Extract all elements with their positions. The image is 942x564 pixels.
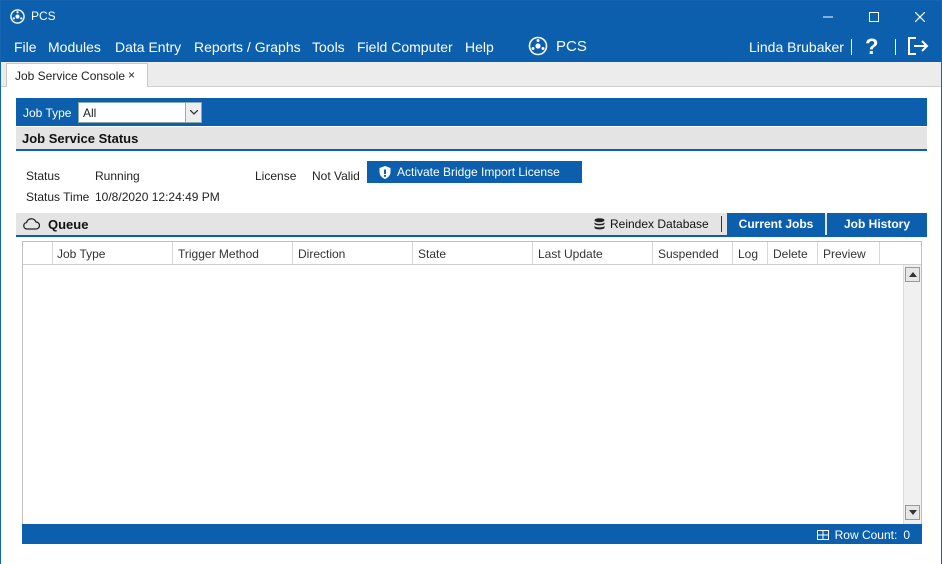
menu-help[interactable]: Help: [465, 39, 494, 55]
jobs-grid: Job Type Trigger Method Direction State …: [22, 241, 922, 525]
shield-icon: [379, 165, 391, 179]
brand-logo: PCS: [528, 36, 587, 56]
scroll-down-icon[interactable]: [905, 505, 920, 520]
menu-data-entry[interactable]: Data Entry: [115, 39, 181, 55]
job-type-value: All: [83, 106, 97, 120]
help-icon[interactable]: ?: [865, 34, 878, 60]
section-title: Job Service Status: [22, 131, 139, 146]
pcs-logo-icon: [10, 9, 25, 24]
column-header-select[interactable]: [23, 242, 53, 265]
license-label: License: [255, 169, 297, 183]
column-header-trigger-method[interactable]: Trigger Method: [173, 242, 293, 265]
column-header-log[interactable]: Log: [733, 242, 768, 265]
minimize-icon: [823, 16, 833, 17]
activate-license-button[interactable]: Activate Bridge Import License: [367, 161, 582, 183]
status-time-label: Status Time: [26, 190, 90, 204]
menu-modules[interactable]: Modules: [48, 39, 101, 55]
menu-divider: [851, 39, 852, 55]
menu-divider: [895, 39, 896, 55]
activate-license-label: Activate Bridge Import License: [397, 165, 560, 179]
license-value: Not Valid: [312, 169, 360, 183]
database-icon: [594, 218, 605, 230]
column-header-last-update[interactable]: Last Update: [533, 242, 653, 265]
scroll-up-icon[interactable]: [905, 267, 920, 282]
tab-job-service-console[interactable]: Job Service Console ×: [6, 63, 148, 88]
dropdown-arrow-icon[interactable]: [185, 103, 201, 122]
column-header-state[interactable]: State: [413, 242, 533, 265]
minimize-button[interactable]: [805, 1, 851, 32]
queue-title: Queue: [48, 217, 89, 232]
grid-header: Job Type Trigger Method Direction State …: [23, 242, 921, 265]
row-count-value: 0: [903, 528, 910, 542]
column-header-direction[interactable]: Direction: [293, 242, 413, 265]
tab-job-history[interactable]: Job History: [827, 213, 927, 235]
menu-reports-graphs[interactable]: Reports / Graphs: [194, 39, 301, 55]
title-bar: PCS: [1, 1, 941, 32]
user-name[interactable]: Linda Brubaker: [749, 39, 844, 55]
column-header-suspended[interactable]: Suspended: [653, 242, 733, 265]
brand-name: PCS: [556, 37, 587, 55]
vertical-scrollbar[interactable]: [903, 265, 921, 524]
app-window: PCS File Modules Data Entry Reports / Gr…: [0, 0, 942, 564]
grid-icon: [816, 530, 829, 540]
job-service-status-header: Job Service Status: [16, 127, 927, 151]
menu-bar: File Modules Data Entry Reports / Graphs…: [1, 32, 941, 62]
job-service-console: Job Type All Job Service Status Status R…: [1, 87, 941, 564]
row-count-label: Row Count:: [834, 528, 898, 542]
reindex-label: Reindex Database: [610, 217, 709, 231]
queue-header: Queue Reindex Database Current Jobs Job …: [16, 213, 927, 237]
row-count: Row Count: 0: [816, 528, 910, 542]
toolbar-divider: [721, 216, 722, 232]
job-type-select[interactable]: All: [78, 102, 202, 123]
job-type-filter-bar: Job Type All: [16, 98, 927, 126]
status-label: Status: [26, 169, 61, 183]
menu-file[interactable]: File: [14, 39, 37, 55]
maximize-icon: [869, 11, 879, 22]
close-button[interactable]: [897, 1, 942, 32]
job-type-label: Job Type: [23, 106, 72, 120]
status-value: Running: [95, 169, 140, 183]
cloud-icon: [23, 218, 40, 230]
menu-field-computer[interactable]: Field Computer: [357, 39, 453, 55]
tab-label: Job Service Console: [15, 69, 126, 83]
menu-tools[interactable]: Tools: [312, 39, 345, 55]
maximize-button[interactable]: [851, 1, 897, 32]
column-header-preview[interactable]: Preview: [818, 242, 880, 265]
document-tab-strip: Job Service Console ×: [1, 62, 941, 88]
column-header-delete[interactable]: Delete: [768, 242, 818, 265]
logout-icon[interactable]: [907, 36, 929, 56]
close-icon: [915, 11, 925, 22]
grid-footer: Row Count: 0: [22, 524, 922, 544]
window-title: PCS: [31, 9, 56, 23]
reindex-database-button[interactable]: Reindex Database: [594, 217, 709, 231]
column-header-job-type[interactable]: Job Type: [52, 242, 173, 265]
tab-current-jobs[interactable]: Current Jobs: [727, 213, 825, 235]
pcs-logo-icon: [528, 36, 548, 56]
tab-close-icon[interactable]: ×: [128, 68, 135, 82]
status-time-value: 10/8/2020 12:24:49 PM: [95, 190, 220, 204]
